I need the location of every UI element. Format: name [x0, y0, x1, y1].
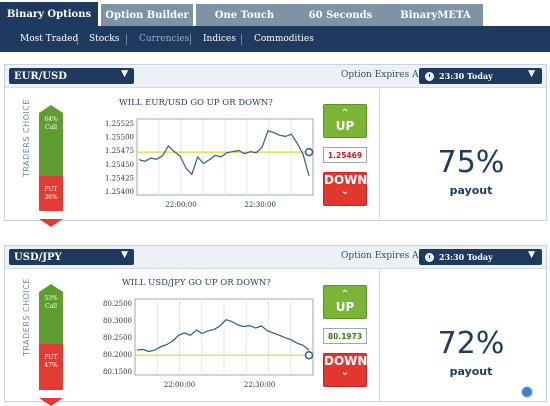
- chevron-down-icon: ⌄: [340, 186, 350, 197]
- option-panel-usdjpy: USD/JPY ▼ Option Expires At: 23:30 Today ▼…: [4, 245, 547, 406]
- nav-separator: [126, 34, 127, 45]
- current-price: 1.25469: [323, 147, 367, 163]
- x-tick-label: 22:00:00: [164, 381, 195, 389]
- put-label: PUT: [44, 354, 58, 361]
- put-label: PUT: [44, 186, 58, 193]
- price-chart: 1.25525 1.25500 1.25475 1.25450 1.25425 1.254…: [97, 115, 317, 213]
- put-bar: PUT 47%: [39, 344, 63, 390]
- brand-logo-icon: [521, 386, 533, 398]
- price-chart-svg: 1.25525 1.25500 1.25475 1.25450 1.25425 1.254…: [105, 118, 314, 209]
- nav-separator: [190, 34, 191, 45]
- y-tick-label: 80.2000: [103, 351, 132, 359]
- nav-indices[interactable]: Indices: [203, 26, 236, 52]
- down-button[interactable]: DOWN ⌄: [323, 353, 367, 387]
- divider: [379, 87, 380, 220]
- asset-selector[interactable]: EUR/USD ▼: [9, 68, 134, 84]
- expiry-selector[interactable]: 23:30 Today ▼: [419, 249, 542, 265]
- category-nav: Most Traded Stocks Currencies Indices Co…: [0, 26, 550, 52]
- up-label: UP: [335, 300, 355, 314]
- panel-header: EUR/USD ▼ Option Expires At: 23:30 Today ▼: [5, 65, 546, 88]
- down-label: DOWN: [324, 354, 368, 368]
- asset-name: EUR/USD: [14, 70, 67, 82]
- divider: [379, 268, 380, 401]
- nav-most-traded[interactable]: Most Traded: [20, 26, 78, 52]
- y-tick-label: 1.25525: [105, 120, 134, 128]
- gauge-top-tip: [39, 105, 63, 113]
- y-tick-label: 80.2500: [103, 334, 132, 342]
- option-panel-eurusd: EUR/USD ▼ Option Expires At: 23:30 Today ▼…: [4, 64, 547, 227]
- chevron-down-icon: ▼: [121, 69, 128, 79]
- expiry-time: 23:30 Today: [439, 252, 493, 262]
- x-tick-label: 22:30:00: [244, 381, 275, 389]
- call-bar: 64% Call: [39, 113, 63, 176]
- tab-one-touch[interactable]: One Touch: [196, 4, 293, 26]
- payout-percent: 72%: [437, 326, 505, 361]
- y-tick-label: 1.25400: [105, 188, 134, 196]
- current-price: 80.1973: [323, 328, 367, 344]
- tab-binary-options[interactable]: Binary Options: [0, 2, 98, 26]
- chevron-up-icon: ⌃: [340, 289, 350, 300]
- chevron-down-icon: ▼: [528, 250, 535, 260]
- clock-icon: [425, 71, 434, 81]
- put-bar: PUT 36%: [39, 176, 63, 211]
- put-pct: 36%: [44, 194, 58, 201]
- traders-choice-label: TRADERS CHOICE: [22, 278, 31, 356]
- y-tick-label: 1.25450: [105, 161, 134, 169]
- y-tick-label: 80.3000: [103, 317, 132, 325]
- tab-60-seconds[interactable]: 60 Seconds: [293, 4, 388, 26]
- current-price-marker: [304, 147, 314, 157]
- clock-icon: [425, 252, 434, 262]
- question-text: WILL EUR/USD GO UP OR DOWN?: [119, 98, 273, 108]
- down-label: DOWN: [324, 173, 368, 187]
- chevron-down-icon: ⌄: [340, 367, 350, 378]
- chevron-down-icon: ▼: [121, 250, 128, 260]
- up-label: UP: [335, 119, 355, 133]
- traders-choice-label: TRADERS CHOICE: [22, 99, 31, 177]
- expires-label: Option Expires At:: [341, 70, 426, 80]
- gauge-top-tip: [39, 284, 63, 292]
- asset-name: USD/JPY: [14, 251, 62, 263]
- call-pct: 53%: [44, 295, 58, 302]
- asset-selector[interactable]: USD/JPY ▼: [9, 249, 134, 265]
- chevron-down-icon: ▼: [528, 69, 535, 79]
- y-tick-label: 80.1500: [103, 368, 132, 376]
- payout-label: payout: [449, 365, 493, 378]
- call-label: Call: [44, 303, 57, 310]
- chevron-up-icon: ⌃: [340, 108, 350, 119]
- y-tick-label: 1.25475: [105, 147, 134, 155]
- panel-header: USD/JPY ▼ Option Expires At: 23:30 Today ▼: [5, 246, 546, 269]
- tab-binarymeta[interactable]: BinaryMETA: [388, 4, 483, 26]
- x-tick-label: 22:00:00: [165, 201, 196, 209]
- price-chart: 80.2500 80.3000 80.2500 80.2000 80.1500 22:00…: [95, 295, 317, 393]
- expires-label: Option Expires At:: [341, 251, 426, 261]
- payout-percent: 75%: [437, 145, 505, 180]
- nav-commodities[interactable]: Commodities: [254, 26, 314, 52]
- expiry-selector[interactable]: 23:30 Today ▼: [419, 68, 542, 84]
- call-label: Call: [44, 124, 57, 131]
- up-button[interactable]: ⌃ UP: [323, 104, 367, 138]
- put-pct: 47%: [44, 362, 58, 369]
- payout-label: payout: [449, 184, 493, 197]
- gauge-bottom-tip: [39, 219, 63, 227]
- nav-stocks[interactable]: Stocks: [89, 26, 119, 52]
- nav-currencies[interactable]: Currencies: [139, 26, 189, 52]
- expiry-time: 23:30 Today: [439, 71, 493, 81]
- traders-choice-gauge: 64% Call PUT 36%: [39, 105, 63, 227]
- call-pct: 64%: [44, 116, 58, 123]
- current-price-marker: [304, 350, 314, 360]
- nav-separator: [77, 34, 78, 45]
- nav-separator: [241, 34, 242, 45]
- call-bar: 53% Call: [39, 292, 63, 344]
- down-button[interactable]: DOWN ⌄: [323, 172, 367, 206]
- product-tabs: Binary Options Option Builder One Touch …: [0, 0, 550, 26]
- traders-choice-gauge: 53% Call PUT 47%: [39, 284, 63, 406]
- question-text: WILL USD/JPY GO UP OR DOWN?: [122, 278, 271, 288]
- x-tick-label: 22:30:00: [244, 201, 275, 209]
- up-button[interactable]: ⌃ UP: [323, 285, 367, 319]
- tab-option-builder[interactable]: Option Builder: [101, 4, 193, 26]
- price-chart-svg: 80.2500 80.3000 80.2500 80.2000 80.1500 22:00…: [103, 298, 314, 389]
- y-tick-label: 1.25500: [105, 134, 134, 142]
- y-tick-label: 1.25425: [105, 174, 134, 182]
- y-tick-label: 80.2500: [103, 300, 132, 308]
